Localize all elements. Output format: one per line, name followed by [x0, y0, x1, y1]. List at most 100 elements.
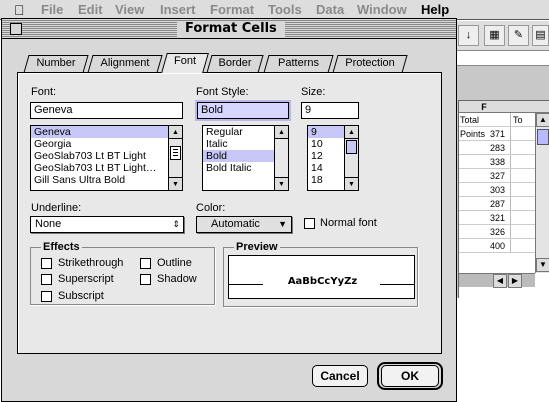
subscript-checkbox[interactable] [41, 291, 52, 302]
divider [510, 239, 511, 252]
scroll-left-icon[interactable]: ◀ [493, 274, 507, 288]
scroll-thumb[interactable] [537, 129, 549, 145]
font-style-input[interactable]: Bold [195, 100, 291, 121]
tab-font[interactable]: Font [161, 53, 209, 73]
font-list-scrollbar[interactable]: ▲ ▼ [168, 126, 182, 190]
tab-patterns[interactable]: Patterns [263, 55, 334, 73]
menu-edit[interactable]: Edit [78, 2, 103, 18]
divider [510, 183, 511, 196]
list-item[interactable]: Georgia [31, 138, 182, 150]
drawing-icon[interactable]: ✎ [508, 25, 529, 46]
scroll-down-icon[interactable]: ▼ [169, 177, 182, 190]
menu-file[interactable]: File [41, 2, 63, 18]
cancel-button[interactable]: Cancel [312, 365, 368, 387]
outline-checkbox[interactable] [140, 258, 151, 269]
shadow-label: Shadow [157, 273, 197, 285]
tab-border[interactable]: Border [206, 55, 264, 73]
column-header-f[interactable]: F [459, 101, 509, 113]
cell[interactable]: 321 [459, 211, 509, 225]
font-style-list-scrollbar[interactable]: ▲ ▼ [274, 126, 288, 190]
divider [510, 155, 511, 168]
font-label: Font: [31, 86, 57, 98]
column-header-row: F [459, 101, 549, 113]
preview-group: Preview AaBbCcYyZz [223, 240, 418, 307]
cell[interactable]: 326 [459, 225, 509, 239]
dropdown-triangle-icon: ▼ [278, 219, 287, 229]
outline-label: Outline [157, 257, 192, 269]
tab-alignment[interactable]: Alignment [87, 55, 163, 73]
list-item[interactable]: Geneva [31, 126, 182, 138]
scroll-down-icon[interactable]: ▼ [536, 258, 549, 272]
updown-arrows-icon: ⇕ [172, 219, 180, 229]
list-item[interactable]: Gill Sans Ultra Bold [31, 174, 182, 186]
size-input[interactable]: 9 [301, 102, 359, 119]
color-label: Color: [196, 202, 226, 214]
normal-font-checkbox[interactable] [304, 218, 315, 229]
menu-bar:  File Edit View Insert Format Tools Dat… [0, 0, 549, 20]
scroll-right-icon[interactable]: ▶ [508, 274, 522, 288]
menu-tools[interactable]: Tools [268, 2, 302, 18]
preview-title: Preview [234, 240, 280, 254]
color-select[interactable]: Automatic ▼ [196, 216, 292, 233]
font-style-list[interactable]: Regular Italic Bold Bold Italic ▲ ▼ [202, 125, 289, 191]
cell[interactable]: 338 [459, 155, 509, 169]
toolbar: ↓ ▦ ✎ ▤ [456, 21, 549, 51]
list-item[interactable]: GeoSlab703 Lt BT Light [31, 150, 182, 162]
ok-button[interactable]: OK [381, 365, 439, 387]
apple-menu-icon[interactable]:  [14, 2, 25, 18]
effects-group: Effects Strikethrough Superscript Subscr… [30, 240, 215, 305]
scroll-up-icon[interactable]: ▲ [345, 126, 358, 139]
scroll-thumb[interactable] [170, 146, 181, 160]
shadow-checkbox[interactable] [140, 274, 151, 285]
menu-help[interactable]: Help [421, 2, 449, 18]
font-list[interactable]: Geneva Georgia GeoSlab703 Lt BT Light Ge… [30, 125, 183, 191]
size-label: Size: [301, 86, 326, 98]
dialog-title-bar[interactable]: Format Cells [2, 19, 456, 39]
font-tab-panel: Font: Geneva Geneva Georgia GeoSlab703 L… [17, 72, 442, 354]
menu-format[interactable]: Format [210, 2, 254, 18]
normal-font-label: Normal font [320, 217, 377, 229]
cell[interactable]: To [511, 113, 535, 127]
font-style-label: Font Style: [196, 86, 249, 98]
tab-number[interactable]: Number [23, 55, 89, 73]
strikethrough-checkbox[interactable] [41, 258, 52, 269]
cell[interactable]: 283 [459, 141, 509, 155]
map-icon[interactable]: ▤ [532, 25, 549, 46]
divider [510, 141, 511, 154]
close-box-icon[interactable] [10, 23, 22, 35]
scroll-up-icon[interactable]: ▲ [275, 126, 288, 139]
strikethrough-label: Strikethrough [58, 257, 124, 269]
dialog-title: Format Cells [177, 21, 285, 37]
divider [510, 169, 511, 182]
font-name-input[interactable]: Geneva [30, 102, 183, 119]
underline-select[interactable]: None ⇕ [30, 216, 184, 233]
list-item[interactable]: GeoSlab703 Lt BT Light… [31, 162, 182, 174]
sort-descending-icon[interactable]: ↓ [458, 25, 479, 46]
vertical-scrollbar[interactable]: ▲ ▼ [535, 113, 549, 273]
cell[interactable]: 327 [459, 169, 509, 183]
menu-window[interactable]: Window [357, 2, 407, 18]
cell[interactable]: 400 [459, 239, 509, 253]
superscript-label: Superscript [58, 273, 114, 285]
scroll-up-icon[interactable]: ▲ [536, 113, 549, 127]
scroll-thumb[interactable] [346, 140, 357, 154]
tab-protection[interactable]: Protection [332, 55, 408, 73]
menu-data[interactable]: Data [316, 2, 344, 18]
size-list-scrollbar[interactable]: ▲ ▼ [344, 126, 358, 190]
scroll-down-icon[interactable]: ▼ [275, 177, 288, 190]
size-list[interactable]: 9 10 12 14 18 ▲ ▼ [307, 125, 359, 191]
menu-view[interactable]: View [115, 2, 144, 18]
formula-bar[interactable] [456, 52, 549, 66]
chart-wizard-icon[interactable]: ▦ [484, 25, 505, 46]
worksheet-window: F Total Points To 371 283 338 327 303 28… [458, 100, 549, 298]
superscript-checkbox[interactable] [41, 274, 52, 285]
cell[interactable]: 371 [459, 127, 509, 141]
horizontal-scrollbar[interactable]: ◀ ▶ [459, 273, 535, 288]
underline-value: None [35, 218, 62, 230]
format-cells-dialog: Format Cells Number Alignment Border Pat… [1, 18, 457, 402]
cell[interactable]: 287 [459, 197, 509, 211]
menu-insert[interactable]: Insert [160, 2, 195, 18]
scroll-down-icon[interactable]: ▼ [345, 177, 358, 190]
scroll-up-icon[interactable]: ▲ [169, 126, 182, 139]
cell[interactable]: 303 [459, 183, 509, 197]
